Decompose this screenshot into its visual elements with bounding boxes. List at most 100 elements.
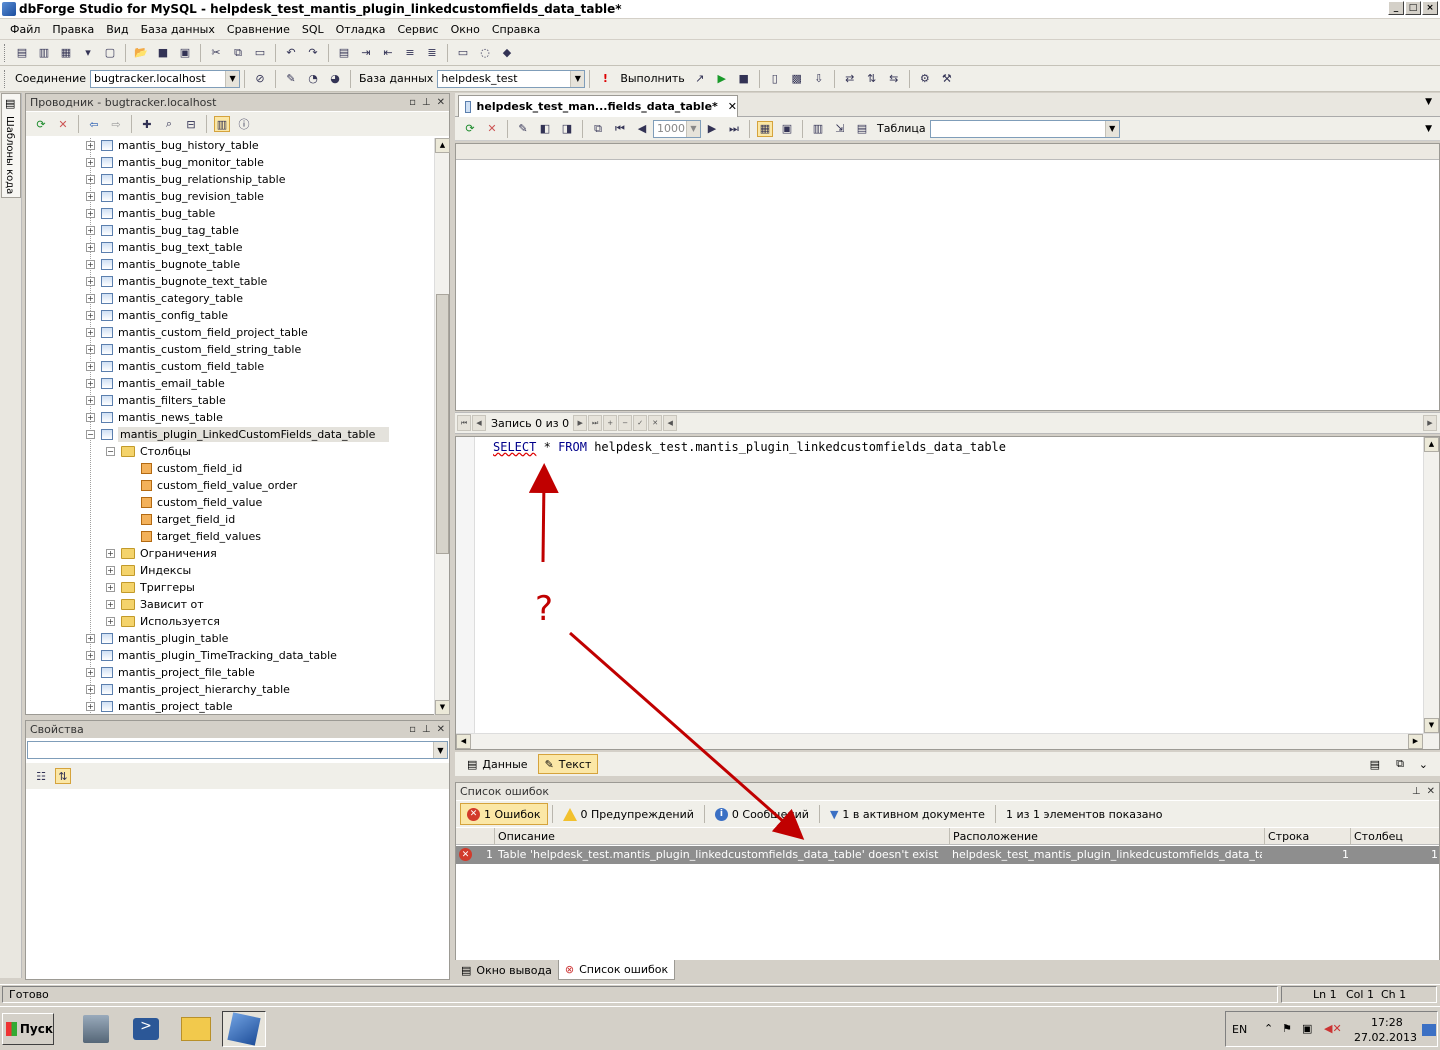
redo-icon[interactable]: ↷ <box>305 45 321 61</box>
tool-icon[interactable]: ◆ <box>499 45 515 61</box>
commit-icon[interactable]: ⇅ <box>864 71 880 87</box>
edit-connection-icon[interactable]: ✎ <box>283 71 299 87</box>
tree-node[interactable]: − mantis_plugin_LinkedCustomFields_data_t… <box>86 426 390 443</box>
clock-time[interactable]: 17:28 <box>1371 1016 1403 1029</box>
tree-node[interactable]: + mantis_bug_table <box>86 205 215 222</box>
network-icon[interactable]: ▣ <box>1302 1022 1312 1035</box>
delete-record-icon[interactable]: − <box>618 415 633 431</box>
editor-vscrollbar[interactable]: ▲ ▼ <box>1423 437 1439 733</box>
tree-node[interactable]: + mantis_plugin_TimeTracking_data_table <box>86 647 337 664</box>
collapse-icon[interactable]: − <box>86 430 95 439</box>
minimize-button[interactable]: _ <box>1388 1 1404 15</box>
tree-node[interactable]: + mantis_bug_relationship_table <box>86 171 285 188</box>
database-select[interactable]: helpdesk_test ▼ <box>437 69 586 88</box>
export-grid-icon[interactable]: ⇲ <box>832 121 848 137</box>
expand-icon[interactable]: + <box>86 141 95 150</box>
undo-icon[interactable]: ↶ <box>283 45 299 61</box>
close-icon[interactable]: ✕ <box>437 724 445 735</box>
close-button[interactable]: × <box>1422 1 1438 15</box>
expand-icon[interactable]: + <box>86 345 95 354</box>
add-record-icon[interactable]: + <box>603 415 618 431</box>
tree-node[interactable]: target_field_id <box>126 511 235 528</box>
indent-icon[interactable]: ⇥ <box>358 45 374 61</box>
expand-icon[interactable]: + <box>86 413 95 422</box>
window-position-icon[interactable]: ▫ <box>409 97 416 108</box>
swap-view-icon[interactable]: ⧉ <box>1396 757 1404 771</box>
window-position-icon[interactable]: ▫ <box>409 724 416 735</box>
tray-expand-icon[interactable]: ⌃ <box>1264 1022 1273 1035</box>
text-view-button[interactable]: ✎ Текст <box>537 754 599 774</box>
explorer-folder-icon[interactable] <box>174 1011 218 1047</box>
disconnect-icon[interactable]: ⊘ <box>252 71 268 87</box>
cancel-icon[interactable]: ✕ <box>484 121 500 137</box>
tree-node[interactable]: + mantis_custom_field_table <box>86 358 264 375</box>
pin-icon[interactable]: ⊥ <box>422 724 431 735</box>
refresh-icon[interactable]: ⟳ <box>33 116 49 132</box>
clear-filter-icon[interactable]: ⊟ <box>183 116 199 132</box>
tree-node[interactable]: + mantis_project_table <box>86 698 233 713</box>
menu-service[interactable]: Сервис <box>391 23 444 36</box>
menu-debug[interactable]: Отладка <box>330 23 392 36</box>
info-icon[interactable]: ⓘ <box>236 116 252 132</box>
filter-icon[interactable]: ⌕ <box>161 116 177 132</box>
scroll-thumb[interactable] <box>436 294 449 554</box>
expand-icon[interactable]: + <box>86 362 95 371</box>
columns-icon[interactable]: ▥ <box>810 121 826 137</box>
tree-node[interactable]: + mantis_news_table <box>86 409 223 426</box>
col-column[interactable]: Столбец <box>1350 828 1439 845</box>
expand-icon[interactable]: + <box>86 294 95 303</box>
expand-icon[interactable]: + <box>86 311 95 320</box>
sql-editor[interactable]: SELECT * FROM helpdesk_test.mantis_plugi… <box>455 436 1440 750</box>
expand-icon[interactable]: + <box>86 396 95 405</box>
results-grid[interactable] <box>455 143 1440 411</box>
open-icon[interactable]: 📂 <box>133 45 149 61</box>
expand-icon[interactable]: + <box>86 209 95 218</box>
expand-icon[interactable]: + <box>86 702 95 711</box>
clock-date[interactable]: 27.02.2013 <box>1354 1031 1417 1044</box>
group-icon[interactable]: ▥ <box>214 116 230 132</box>
output-window-tab[interactable]: ▤ Окно вывода <box>455 960 558 980</box>
last-page-icon[interactable]: ⏭ <box>726 121 742 137</box>
tree-node[interactable]: custom_field_value_order <box>126 477 297 494</box>
document-tab[interactable]: helpdesk_test_man...fields_data_table* ✕ <box>458 95 738 117</box>
errors-filter-button[interactable]: ✕ 1 Ошибок <box>460 803 548 825</box>
last-record-icon[interactable]: ⏭ <box>588 415 603 431</box>
tree-node[interactable]: − Столбцы <box>106 443 191 460</box>
tree-node[interactable]: + mantis_bug_history_table <box>86 138 259 154</box>
expand-icon[interactable]: + <box>106 566 115 575</box>
messages-filter-button[interactable]: i0 Сообщений <box>709 803 815 825</box>
post-record-icon[interactable]: ✓ <box>633 415 648 431</box>
delete-icon[interactable]: ✕ <box>55 116 71 132</box>
tree-node[interactable]: + mantis_bug_monitor_table <box>86 154 264 171</box>
scroll-left-icon[interactable]: ◀ <box>663 415 678 431</box>
expand-icon[interactable]: + <box>86 328 95 337</box>
menu-help[interactable]: Справка <box>486 23 546 36</box>
outdent-icon[interactable]: ⇤ <box>380 45 396 61</box>
new-object-icon[interactable]: ✚ <box>139 116 155 132</box>
expand-icon[interactable]: + <box>106 600 115 609</box>
pin-icon[interactable]: ⊥ <box>422 97 431 108</box>
close-tab-icon[interactable]: ✕ <box>728 100 737 113</box>
tree-node[interactable]: + mantis_email_table <box>86 375 225 392</box>
tree-node[interactable]: + mantis_category_table <box>86 290 243 307</box>
editor-hscrollbar[interactable]: ◀ ▶ <box>456 733 1439 749</box>
toolbar-overflow-icon[interactable]: ▼ <box>1425 124 1432 134</box>
run-icon[interactable]: ▶ <box>714 71 730 87</box>
rollback-icon[interactable]: ⇆ <box>886 71 902 87</box>
paste-icon[interactable]: ▭ <box>252 45 268 61</box>
save-icon[interactable]: ■ <box>155 45 171 61</box>
dbforge-task-icon[interactable] <box>222 1011 266 1047</box>
new-query-icon[interactable]: ▥ <box>36 45 52 61</box>
error-list-tab[interactable]: ⊗ Список ошибок <box>557 960 676 980</box>
edit-icon[interactable]: ✎ <box>515 121 531 137</box>
explorer-scrollbar[interactable]: ▲ ▼ <box>434 138 450 715</box>
expand-icon[interactable]: + <box>86 651 95 660</box>
menu-file[interactable]: Файл <box>4 23 46 36</box>
warnings-filter-button[interactable]: 0 Предупреждений <box>557 803 700 825</box>
save-all-icon[interactable]: ▣ <box>177 45 193 61</box>
properties-object-select[interactable]: ▼ <box>27 741 448 759</box>
grid-view-icon[interactable]: ▦ <box>757 120 773 137</box>
volume-muted-icon[interactable]: ◀✕ <box>1324 1022 1342 1035</box>
row-limit-select[interactable]: 1000 ▼ <box>653 119 701 138</box>
tree-node[interactable]: + mantis_custom_field_project_table <box>86 324 308 341</box>
